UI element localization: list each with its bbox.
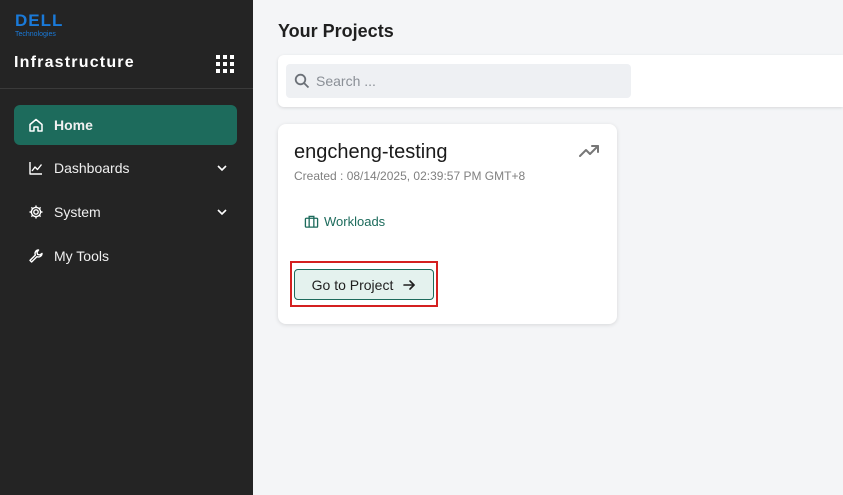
search-box[interactable] xyxy=(286,64,631,98)
app-title: Infrastructure xyxy=(14,54,135,71)
trending-up-icon[interactable] xyxy=(578,142,600,160)
sidebar-divider xyxy=(0,88,253,89)
wrench-icon xyxy=(28,248,44,264)
search-input[interactable] xyxy=(316,73,616,89)
sidebar-item-label: My Tools xyxy=(54,248,109,264)
project-name: engcheng-testing xyxy=(294,141,448,163)
home-icon xyxy=(28,117,44,133)
page-title: Your Projects xyxy=(278,21,394,41)
sidebar-item-label: System xyxy=(54,204,101,220)
gear-icon xyxy=(28,204,44,220)
sidebar-item-label: Dashboards xyxy=(54,160,130,176)
chevron-down-icon xyxy=(215,205,229,219)
workloads-link[interactable]: Workloads xyxy=(304,214,385,229)
search-icon xyxy=(294,73,310,89)
app-grid-icon[interactable] xyxy=(216,55,234,73)
chevron-down-icon xyxy=(215,161,229,175)
workloads-label: Workloads xyxy=(324,214,386,229)
arrow-right-icon xyxy=(403,279,416,290)
chart-line-icon xyxy=(28,160,44,176)
sidebar-item-my-tools[interactable]: My Tools xyxy=(14,236,237,276)
sidebar-item-system[interactable]: System xyxy=(14,192,237,232)
logo-subtext: Technologies xyxy=(15,31,56,38)
main-content: Your Projects engcheng-testing Created :… xyxy=(253,0,843,495)
sidebar-item-label: Home xyxy=(54,117,93,133)
project-card: engcheng-testing Created : 08/14/2025, 0… xyxy=(278,124,617,324)
sidebar: DELL Technologies Infrastructure Home Da… xyxy=(0,0,253,495)
logo-text: DELL xyxy=(15,11,64,30)
go-to-project-button[interactable]: Go to Project xyxy=(294,269,434,300)
created-timestamp: Created : 08/14/2025, 02:39:57 PM GMT+8 xyxy=(294,169,526,183)
sidebar-item-dashboards[interactable]: Dashboards xyxy=(14,148,237,188)
briefcase-icon xyxy=(304,215,319,228)
sidebar-item-home[interactable]: Home xyxy=(14,105,237,145)
search-panel xyxy=(278,55,843,107)
go-to-project-label: Go to Project xyxy=(311,276,394,293)
dell-technologies-logo[interactable]: DELL Technologies xyxy=(15,12,67,42)
